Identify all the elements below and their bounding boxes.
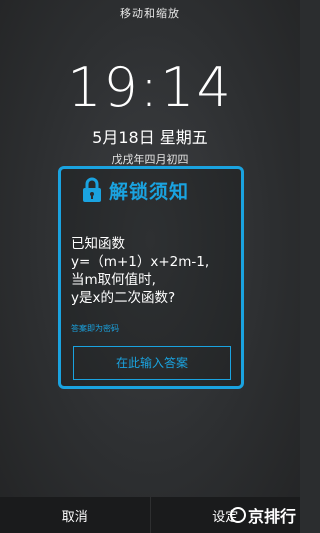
question-line: 已知函数 xyxy=(71,236,125,252)
watermark-icon xyxy=(229,507,246,523)
lockscreen-lunar-date: 戊戌年四月初四 xyxy=(111,153,189,166)
answer-hint: 答案即为密码 xyxy=(71,324,119,333)
screen-title: 移动和缩放 xyxy=(120,7,180,20)
cancel-button[interactable]: 取消 xyxy=(0,497,150,533)
watermark-text: 京排行 xyxy=(247,507,296,526)
question-text: 已知函数 y=（m+1）x+2m-1, 当m取何值时, y是x的二次函数? xyxy=(71,235,246,307)
lockscreen-time: 19:14 xyxy=(67,56,233,119)
lock-icon xyxy=(83,177,101,202)
phone-screen: 移动和缩放 19:14 5月18日 星期五 戊戌年四月初四 解锁须知 已知函数 … xyxy=(0,0,300,533)
answer-input[interactable]: 在此输入答案 xyxy=(73,346,231,380)
lockscreen-date: 5月18日 星期五 xyxy=(92,128,208,147)
question-line: y=（m+1）x+2m-1, xyxy=(71,254,210,270)
unlock-dialog: 解锁须知 已知函数 y=（m+1）x+2m-1, 当m取何值时, y是x的二次函… xyxy=(58,166,244,389)
watermark: 京排行 xyxy=(229,503,296,527)
question-line: y是x的二次函数? xyxy=(71,290,176,306)
dialog-header: 解锁须知 xyxy=(81,175,189,205)
question-line: 当m取何值时, xyxy=(71,272,156,288)
dialog-title: 解锁须知 xyxy=(109,180,190,203)
